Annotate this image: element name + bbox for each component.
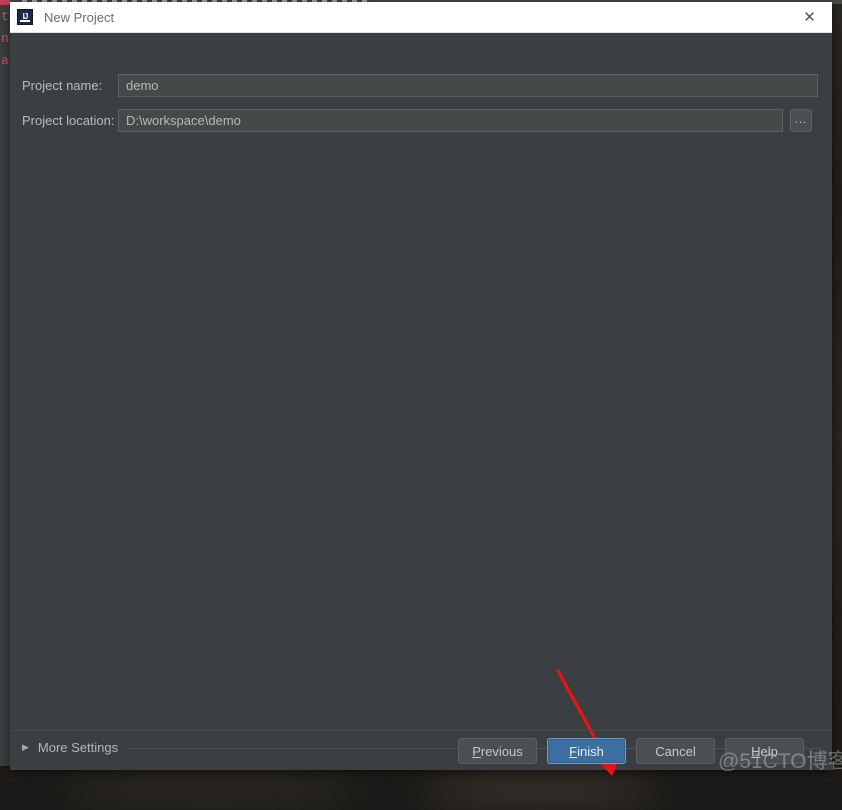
dialog-titlebar: IJ New Project ✕: [10, 2, 832, 33]
help-button-label: elp: [760, 743, 778, 759]
previous-button-mnemonic: P: [472, 743, 481, 759]
project-location-label: Project location:: [22, 112, 115, 128]
finish-button[interactable]: Finish: [547, 738, 626, 764]
help-button[interactable]: Help: [725, 738, 804, 764]
close-icon[interactable]: ✕: [787, 2, 832, 31]
pink-marker: [0, 0, 10, 5]
dialog-title: New Project: [44, 9, 115, 25]
backdrop-blotch: [60, 772, 360, 806]
project-name-label: Project name:: [22, 77, 103, 93]
finish-button-label: inish: [577, 743, 604, 759]
finish-button-mnemonic: F: [569, 743, 578, 759]
app-icon-underline: [20, 20, 30, 22]
help-button-mnemonic: H: [751, 743, 761, 759]
backdrop-blotch: [420, 770, 660, 810]
cancel-button[interactable]: Cancel: [636, 738, 715, 764]
browse-button[interactable]: ...: [790, 108, 812, 132]
dialog-button-bar: Previous Finish Cancel Help: [10, 730, 832, 771]
dialog-body: Project name: demo Project location: D:\…: [10, 33, 832, 776]
previous-button-label: revious: [480, 743, 523, 759]
new-project-dialog: IJ New Project ✕ Project name: demo Proj…: [10, 2, 832, 776]
project-location-row: Project location: D:\workspace\demo ...: [10, 108, 832, 132]
previous-button[interactable]: Previous: [458, 738, 537, 764]
intellij-idea-icon: IJ: [17, 9, 33, 25]
project-name-input[interactable]: demo: [118, 73, 818, 97]
project-name-row: Project name: demo: [10, 73, 832, 97]
project-location-input[interactable]: D:\workspace\demo: [118, 108, 783, 132]
